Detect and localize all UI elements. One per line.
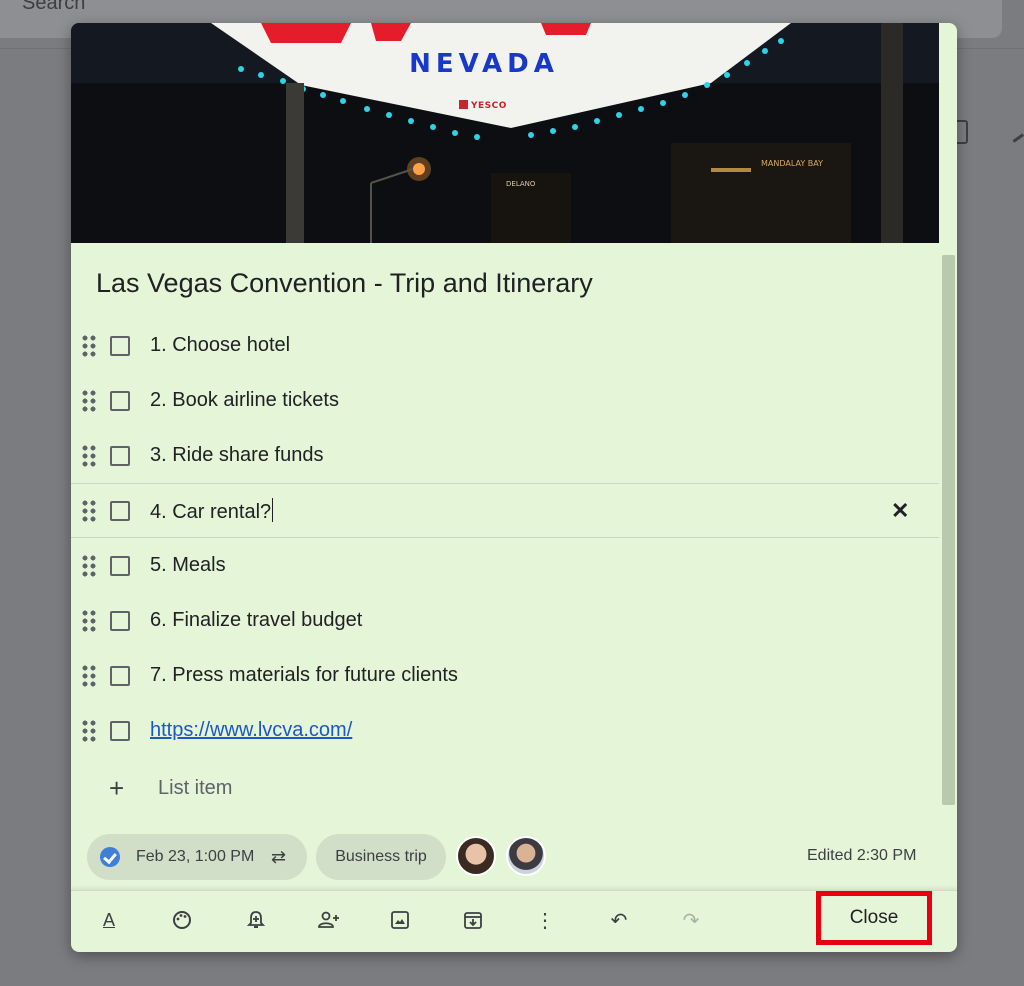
list-item-text[interactable]: 2. Book airline tickets	[150, 389, 339, 412]
format-text-icon[interactable]: A	[94, 905, 124, 935]
palette-icon[interactable]	[167, 905, 197, 935]
drag-handle-icon[interactable]	[81, 663, 96, 688]
checkbox[interactable]	[110, 720, 130, 741]
list-item-active[interactable]: 4. Car rental? ✕	[71, 483, 939, 538]
checklist: 1. Choose hotel 2. Book airline tickets …	[71, 318, 939, 758]
drag-handle-icon[interactable]	[81, 553, 96, 578]
checkbox[interactable]	[110, 500, 130, 521]
delete-item-icon[interactable]: ✕	[891, 498, 909, 524]
hotel-sign-text-2: DELANO	[506, 180, 536, 188]
list-item[interactable]: 2. Book airline tickets	[71, 373, 939, 428]
close-button[interactable]: Close	[816, 891, 932, 945]
collaborator-icon[interactable]	[314, 905, 344, 935]
drag-handle-icon[interactable]	[81, 718, 96, 743]
list-item-text[interactable]: 5. Meals	[150, 554, 226, 577]
text-caret	[272, 497, 274, 522]
note-dialog: NEVADA YESCO MANDALAY BAY DELANO Las Veg…	[71, 23, 957, 952]
checkbox[interactable]	[110, 390, 130, 411]
drag-handle-icon[interactable]	[81, 608, 96, 633]
reminder-clock-icon	[100, 847, 120, 867]
list-item[interactable]: 7. Press materials for future clients	[71, 648, 939, 703]
list-item-text[interactable]: 7. Press materials for future clients	[150, 664, 458, 687]
list-item-text[interactable]: 3. Ride share funds	[150, 444, 323, 467]
checkbox[interactable]	[110, 665, 130, 686]
drag-handle-icon[interactable]	[81, 333, 96, 358]
label-chip[interactable]: Business trip	[316, 834, 446, 880]
background-search-placeholder: Search	[22, 0, 86, 14]
hotel-sign-text: MANDALAY BAY	[761, 159, 823, 168]
reminder-text: Feb 23, 1:00 PM	[136, 848, 255, 865]
plus-icon: +	[109, 773, 125, 803]
drag-handle-icon[interactable]	[81, 388, 96, 413]
list-item-text[interactable]: 4. Car rental?	[150, 497, 274, 524]
background-pen-icon	[1012, 133, 1024, 148]
note-title[interactable]: Las Vegas Convention - Trip and Itinerar…	[96, 268, 593, 299]
checkbox[interactable]	[110, 610, 130, 631]
list-item[interactable]: 5. Meals	[71, 538, 939, 593]
sign-brand-text: YESCO	[459, 100, 507, 111]
add-list-item-row[interactable]: + List item	[71, 773, 939, 809]
add-item-placeholder[interactable]: List item	[158, 777, 232, 800]
repeat-icon: ⇄	[271, 846, 287, 867]
image-icon[interactable]	[385, 905, 415, 935]
edited-timestamp: Edited 2:30 PM	[807, 847, 917, 864]
collaborator-avatar[interactable]	[506, 836, 546, 876]
note-image[interactable]: NEVADA YESCO MANDALAY BAY DELANO	[71, 23, 939, 243]
collaborator-avatar[interactable]	[456, 836, 496, 876]
list-item[interactable]: https://www.lvcva.com/	[71, 703, 939, 758]
list-item-text[interactable]: 6. Finalize travel budget	[150, 609, 362, 632]
drag-handle-icon[interactable]	[81, 498, 96, 523]
sign-nevada-text: NEVADA	[409, 49, 559, 79]
list-item[interactable]: 1. Choose hotel	[71, 318, 939, 373]
drag-handle-icon[interactable]	[81, 443, 96, 468]
undo-icon[interactable]: ↶	[604, 905, 634, 935]
note-toolbar: A ⋮ ↶ ↷ Close	[71, 890, 957, 952]
list-item-link[interactable]: https://www.lvcva.com/	[150, 719, 352, 742]
scrollbar[interactable]	[942, 255, 955, 805]
checkbox[interactable]	[110, 335, 130, 356]
more-vert-icon[interactable]: ⋮	[530, 905, 560, 935]
archive-icon[interactable]	[458, 905, 488, 935]
note-chips: Feb 23, 1:00 PM ⇄ Business trip Edited 2…	[87, 834, 947, 880]
reminder-bell-icon[interactable]	[241, 905, 271, 935]
list-item[interactable]: 3. Ride share funds	[71, 428, 939, 483]
checkbox[interactable]	[110, 555, 130, 576]
checkbox[interactable]	[110, 445, 130, 466]
list-item[interactable]: 6. Finalize travel budget	[71, 593, 939, 648]
reminder-chip[interactable]: Feb 23, 1:00 PM ⇄	[87, 834, 307, 880]
list-item-text[interactable]: 1. Choose hotel	[150, 334, 290, 357]
redo-icon[interactable]: ↷	[676, 905, 706, 935]
